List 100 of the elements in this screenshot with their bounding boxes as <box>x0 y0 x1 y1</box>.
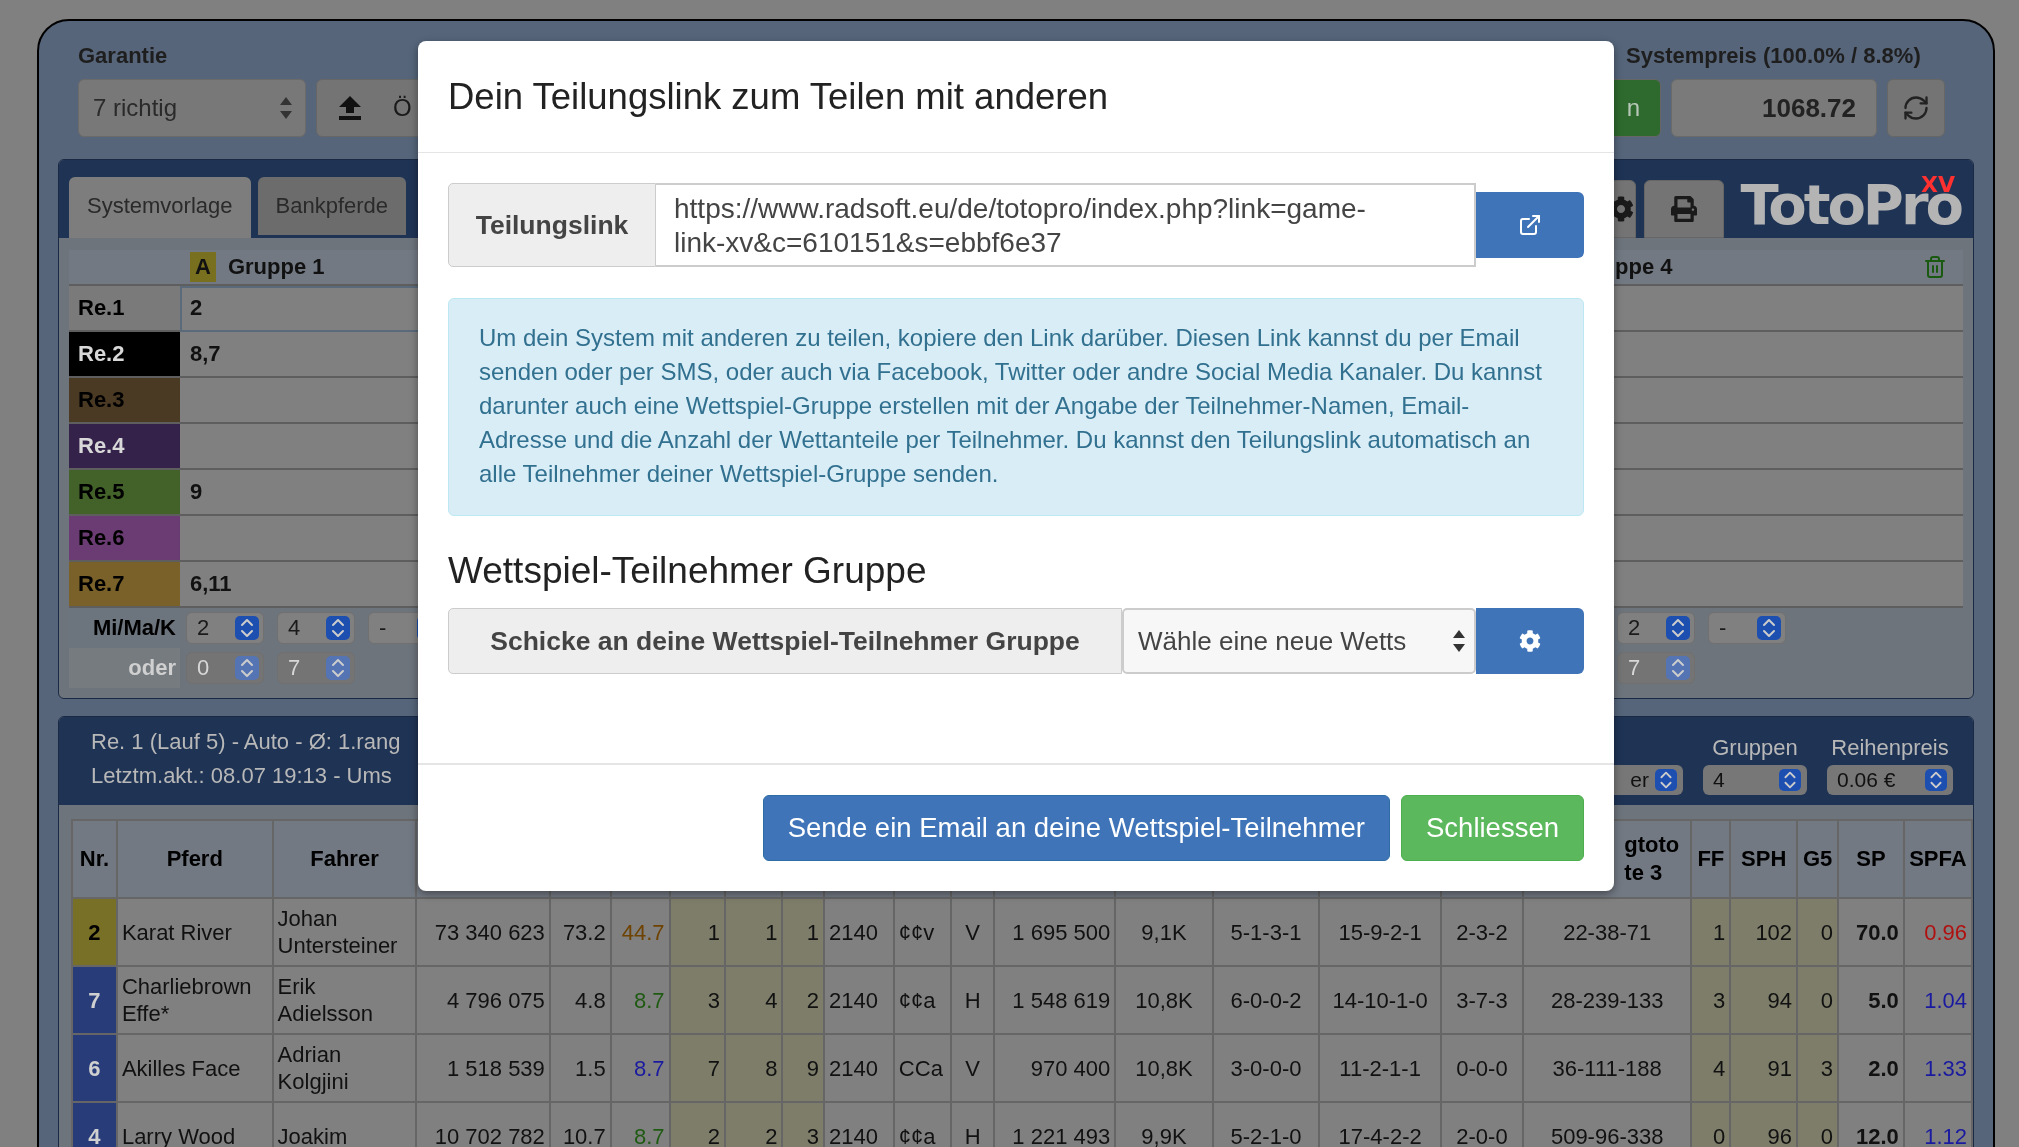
table-cell: 14-10-1-0 <box>1319 966 1441 1034</box>
number-cell: 2 <box>72 898 117 966</box>
table-cell: 10,8K <box>1115 1034 1213 1102</box>
number-cell: 4 <box>72 1102 117 1147</box>
table-cell: 2140 <box>824 1102 894 1147</box>
field-label: Teilungslink <box>448 183 656 267</box>
table-cell: Akilles Face <box>116 1034 273 1102</box>
table-cell: V <box>950 1034 995 1102</box>
table-cell: 9,9K <box>1115 1102 1213 1147</box>
table-cell: 4.8 <box>549 966 611 1034</box>
field-label: Systempreis (100.0% / 8.8%) <box>1626 42 1922 70</box>
table-cell: 73.2 <box>549 898 611 966</box>
table-cell: 15-9-2-1 <box>1319 898 1441 966</box>
table-cell: 5.0 <box>1838 966 1904 1034</box>
cell-value: 6,11 <box>190 571 232 597</box>
column-header: SPFA <box>1909 846 1967 871</box>
table-cell: 1 221 493 <box>994 1102 1116 1147</box>
table-cell: 2-0-0 <box>1440 1102 1523 1147</box>
price-select[interactable]: 0.06 € <box>1827 765 1953 795</box>
number-field[interactable]: 4 <box>277 612 355 644</box>
number-field[interactable]: - <box>1708 612 1786 644</box>
section-heading: Wettspiel-Teilnehmer Gruppe <box>448 550 928 592</box>
column-header: Nr. <box>79 846 110 871</box>
table-cell: 2140 <box>824 1034 894 1102</box>
row-label: Re.3 <box>69 378 180 424</box>
table-cell: 3 <box>669 966 725 1034</box>
table-cell: 10,8K <box>1115 966 1213 1034</box>
guarantee-select[interactable]: 7 richtig <box>78 79 306 137</box>
table-cell: 4 796 075 <box>416 966 550 1034</box>
column-header: SP <box>1856 846 1886 871</box>
table-cell: 70.0 <box>1838 898 1904 966</box>
table-cell: 2 <box>782 966 825 1034</box>
table-cell: 28-239-133 <box>1523 966 1692 1034</box>
table-cell: 2-3-2 <box>1440 898 1523 966</box>
table-cell: 4 <box>1691 1034 1731 1102</box>
close-button[interactable]: Schliessen <box>1401 795 1584 861</box>
table-cell: 1 <box>669 898 725 966</box>
table-cell: 4 <box>725 966 783 1034</box>
table-cell: 2.0 <box>1838 1034 1904 1102</box>
price-field[interactable]: 1068.72 <box>1671 79 1877 137</box>
table-cell: 1.12 <box>1903 1102 1972 1147</box>
row-label: Re.1 <box>69 286 180 332</box>
field-label: Gruppen <box>1711 735 1799 761</box>
share-link-field[interactable]: https://www.radsoft.eu/de/totopro/index.php?link=game-link-xv&c=610151&s=ebbf6e37 <box>656 183 1476 267</box>
table-cell: Joakim <box>272 1102 417 1147</box>
table-cell: 5-2-1-0 <box>1212 1102 1320 1147</box>
table-cell: 1.04 <box>1903 966 1972 1034</box>
table-cell: 36-111-188 <box>1523 1034 1692 1102</box>
table-cell: V <box>950 898 995 966</box>
groups-select[interactable]: 4 <box>1703 765 1807 795</box>
table-cell: H <box>950 966 995 1034</box>
table-cell: ¢¢a <box>893 966 951 1034</box>
table-cell: 22-38-71 <box>1523 898 1692 966</box>
field-label: Schicke an deine Wettspiel-Teilnehmer Gruppe <box>448 608 1122 674</box>
table-cell: 0.96 <box>1903 898 1972 966</box>
field-label: Garantie <box>78 42 169 70</box>
number-field[interactable]: 2 <box>186 612 264 644</box>
tab[interactable]: Bankpferde <box>257 177 407 238</box>
table-cell: 3-0-0-0 <box>1212 1034 1320 1102</box>
tab[interactable]: Systemvorlage <box>69 177 251 238</box>
number-cell: 7 <box>72 966 117 1034</box>
table-cell: 0 <box>1797 898 1839 966</box>
table-cell: 10.7 <box>549 1102 611 1147</box>
row-label: Re.4 <box>69 424 180 470</box>
table-cell: 1 695 500 <box>994 898 1116 966</box>
table-cell: Karat River <box>116 898 273 966</box>
number-cell: 6 <box>72 1034 117 1102</box>
send-email-button[interactable]: Sende ein Email an deine Wettspiel-Teilnehmer <box>762 795 1390 861</box>
column-header: FF <box>1697 846 1725 871</box>
table-cell: 91 <box>1730 1034 1798 1102</box>
row-label: Re.5 <box>69 470 180 516</box>
number-field[interactable]: 2 <box>1617 612 1695 644</box>
table-cell: 1 <box>1691 898 1731 966</box>
column-header: SPH <box>1741 846 1787 871</box>
table-cell: 1 548 619 <box>994 966 1116 1034</box>
race-info: Letztm.akt.: 08.07 19:13 - Ums <box>91 762 393 790</box>
table-cell: Adrian Kolgjini <box>272 1034 417 1102</box>
table-cell: 2 <box>725 1102 783 1147</box>
column-header: gtoto te 3 <box>1624 831 1681 887</box>
table-cell: 0 <box>1797 1102 1839 1147</box>
table-cell: 3 <box>1797 1034 1839 1102</box>
table-cell: 509-96-338 <box>1523 1102 1692 1147</box>
table-cell: 10 702 782 <box>416 1102 550 1147</box>
table-cell: 3 <box>1691 966 1731 1034</box>
group-select[interactable]: Wähle eine neue Wetts <box>1122 608 1476 674</box>
table-cell: 0 <box>1691 1102 1731 1147</box>
table-cell: 9,1K <box>1115 898 1213 966</box>
row-label: oder <box>69 648 180 688</box>
cell-value: 2 <box>190 295 203 321</box>
table-cell: Johan Untersteiner <box>272 898 417 966</box>
table-cell: ¢¢a <box>893 1102 951 1147</box>
table-cell: 96 <box>1730 1102 1798 1147</box>
table-cell: 970 400 <box>994 1034 1116 1102</box>
table-cell: 2140 <box>824 966 894 1034</box>
row-label: Re.6 <box>69 516 180 562</box>
table-cell: 17-4-2-2 <box>1319 1102 1441 1147</box>
table-cell: 1 <box>725 898 783 966</box>
table-cell: 0-0-0 <box>1440 1034 1523 1102</box>
table-cell: 6-0-0-2 <box>1212 966 1320 1034</box>
table-cell: 1 <box>782 898 825 966</box>
